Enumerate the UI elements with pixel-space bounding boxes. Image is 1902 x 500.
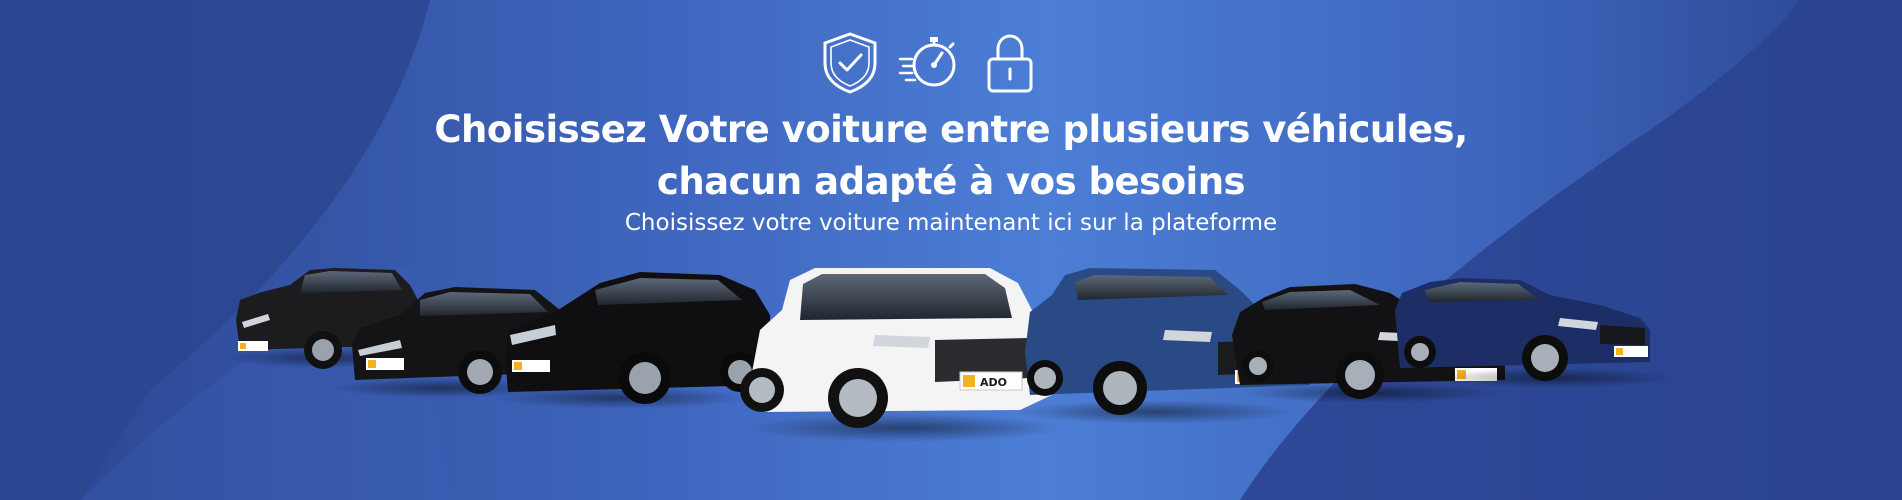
hero-banner: Choisissez Votre voiture entre plusieurs… — [0, 0, 1902, 500]
car-hyundai-tucson: ADO — [740, 268, 1065, 442]
plate-text: ADO — [980, 376, 1007, 389]
car-lineup: ADO — [225, 268, 1675, 442]
